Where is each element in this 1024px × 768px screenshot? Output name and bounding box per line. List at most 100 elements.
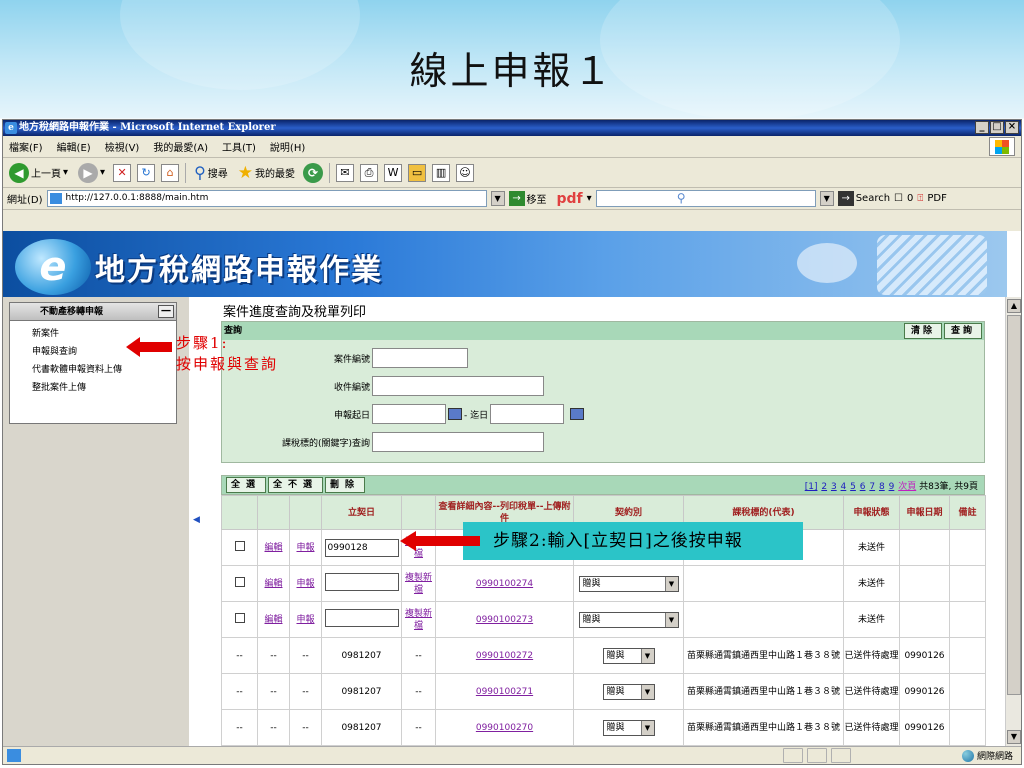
next-page-link[interactable]: 次頁 — [898, 482, 916, 492]
delete-button[interactable]: 刪除 — [325, 477, 366, 493]
calendar-icon[interactable] — [448, 408, 462, 420]
search-dropdown[interactable]: ▼ — [819, 191, 834, 206]
case-no-input[interactable] — [372, 348, 468, 368]
page-link[interactable]: 9 — [889, 482, 895, 492]
maximize-button[interactable]: □ — [990, 121, 1004, 134]
close-button[interactable]: × — [1005, 121, 1019, 134]
edit-link[interactable]: 編輯 — [264, 615, 282, 625]
contract-date-input[interactable] — [324, 608, 399, 627]
contract-type-select[interactable]: 贈與 ▼ — [578, 611, 679, 628]
menu-edit[interactable]: 編輯(E) — [57, 139, 91, 154]
pdf-toolbar-logo[interactable]: pdf — [557, 191, 583, 207]
select-all-button[interactable]: 全選 — [226, 477, 267, 493]
dropdown-icon[interactable]: ▾ — [587, 193, 592, 204]
edit-link[interactable]: 編輯 — [264, 579, 282, 589]
menu-view[interactable]: 檢視(V) — [105, 139, 140, 154]
detail-link[interactable]: 0990100272 — [476, 651, 533, 661]
toolbar-search-input[interactable]: ⚲ — [595, 190, 816, 207]
sidebar-item-batch-upload[interactable]: 整批案件上傳 — [10, 379, 176, 397]
declare-link[interactable]: 申報 — [296, 543, 314, 553]
menu-favorites[interactable]: 我的最愛(A) — [153, 139, 208, 154]
select-none-button[interactable]: 全不選 — [268, 477, 324, 493]
declare-date-cell — [899, 529, 950, 566]
contract-type-select[interactable]: 贈與 ▼ — [578, 575, 679, 592]
mail-icon[interactable]: ✉ — [336, 163, 355, 182]
status-bar: 網際網路 — [3, 746, 1021, 764]
scroll-down-icon[interactable]: ▼ — [1007, 730, 1021, 744]
declare-link[interactable]: 申報 — [296, 615, 314, 625]
contract-type-select[interactable]: 贈與 ▼ — [602, 719, 655, 736]
search-go-label: Search — [855, 193, 891, 204]
messenger-icon[interactable]: ☺ — [456, 163, 475, 182]
query-button[interactable]: 查詢 — [943, 323, 982, 339]
detail-link[interactable]: 0990100270 — [476, 723, 533, 733]
minimize-button[interactable]: _ — [975, 121, 989, 134]
page-link[interactable]: 8 — [879, 482, 885, 492]
row-checkbox[interactable] — [234, 540, 245, 551]
menu-file[interactable]: 檔案(F) — [9, 139, 43, 154]
pdf-button[interactable]: PDF — [927, 193, 946, 204]
stop-icon[interactable]: ✕ — [113, 163, 132, 182]
page-link[interactable]: 3 — [831, 482, 837, 492]
status-cell: 已送件待處理 — [843, 709, 900, 746]
page-content: e 地方稅網路申報作業 不動產移轉申報 － 新案件 申報與查詢 代書軟體申報資料… — [3, 231, 1021, 746]
edit-link[interactable]: 編輯 — [264, 543, 282, 553]
contract-date-input[interactable] — [324, 572, 399, 591]
folder-icon[interactable]: ▭ — [408, 163, 427, 182]
favorites-button[interactable]: ★ 我的最愛 — [236, 161, 297, 185]
vertical-scrollbar[interactable]: ▲ ▼ — [1005, 297, 1021, 746]
contract-date-input[interactable]: 0990128 — [324, 538, 399, 557]
declare-date-cell — [899, 601, 950, 638]
refresh-icon[interactable]: ↻ — [137, 163, 156, 182]
address-input[interactable]: http://127.0.0.1:8888/main.htm — [46, 190, 487, 207]
address-dropdown[interactable]: ▼ — [490, 191, 505, 206]
history-icon[interactable]: ⟳ — [303, 162, 324, 183]
step1-annotation: 步驟1: 按申報與查詢 — [176, 333, 278, 375]
collapse-button[interactable]: － — [158, 305, 174, 318]
receipt-no-input[interactable] — [372, 376, 544, 396]
edit-icon[interactable]: W — [384, 163, 403, 182]
detail-link[interactable]: 0990100271 — [476, 687, 533, 697]
menu-tools[interactable]: 工具(T) — [222, 139, 256, 154]
print-icon[interactable]: ⎙ — [360, 163, 379, 182]
forward-button[interactable]: ▶ ▾ — [76, 161, 107, 185]
home-icon[interactable]: ⌂ — [161, 163, 180, 182]
page-link[interactable]: 7 — [869, 482, 875, 492]
sidebar-header[interactable]: 不動產移轉申報 － — [10, 303, 176, 321]
page-link[interactable]: 6 — [860, 482, 866, 492]
dropdown-arrow-icon: ▼ — [664, 612, 678, 627]
table-row: 編輯 申報 複製新檔 0990100273 贈與 ▼ 未送件 — [221, 601, 986, 638]
contract-type-select[interactable]: 贈與 ▼ — [602, 683, 655, 700]
keyword-input[interactable] — [372, 432, 544, 452]
scroll-up-icon[interactable]: ▲ — [1007, 299, 1021, 313]
go-button[interactable]: → 移至 — [508, 191, 547, 206]
page-link[interactable]: [1] — [805, 482, 818, 492]
detail-link[interactable]: 0990100274 — [476, 579, 533, 589]
page-link[interactable]: 4 — [841, 482, 847, 492]
sidebar-item-upload[interactable]: 代書軟體申報資料上傳 — [10, 361, 176, 379]
calendar-icon[interactable] — [570, 408, 585, 420]
page-link[interactable]: 2 — [821, 482, 827, 492]
date-start-input[interactable] — [372, 404, 446, 424]
window-title: 地方稅網路申報作業 - Microsoft Internet Explorer — [19, 122, 276, 133]
declare-link[interactable]: 申報 — [296, 579, 314, 589]
receipt-no-label: 收件編號 — [333, 382, 370, 393]
back-button[interactable]: ◀ 上一頁 ▾ — [7, 161, 70, 185]
row-checkbox[interactable] — [234, 576, 245, 587]
toolbar-search-button[interactable]: → Search — [837, 191, 891, 206]
row-checkbox[interactable] — [234, 612, 245, 623]
search-button[interactable]: ⚲ 搜尋 — [192, 161, 230, 185]
col-header — [221, 495, 258, 530]
detail-link[interactable]: 0990100273 — [476, 615, 533, 625]
contract-type-select[interactable]: 贈與 ▼ — [602, 647, 655, 664]
panel-toggle-icon[interactable]: ◀ — [193, 515, 200, 525]
clear-button[interactable]: 清除 — [903, 323, 942, 339]
research-icon[interactable]: ▥ — [432, 163, 451, 182]
menu-help[interactable]: 說明(H) — [270, 139, 305, 154]
copy-new-link[interactable]: 複製新檔 — [405, 609, 432, 631]
date-end-input[interactable] — [490, 404, 565, 424]
scroll-thumb[interactable] — [1007, 315, 1021, 695]
page-link[interactable]: 5 — [850, 482, 856, 492]
counter-icon[interactable]: ☐ — [894, 193, 903, 204]
copy-new-link[interactable]: 複製新檔 — [405, 573, 432, 595]
